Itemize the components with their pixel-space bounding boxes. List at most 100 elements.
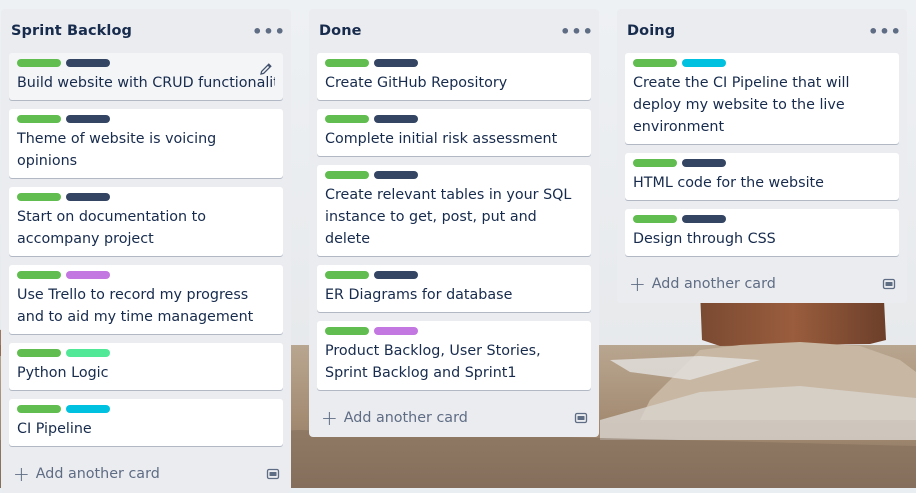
list-header: Done ••• (309, 9, 599, 53)
label-green[interactable] (17, 405, 61, 413)
add-card-label: Add another card (35, 466, 160, 482)
label-purple[interactable] (374, 327, 418, 335)
card-title: Product Backlog, User Stories, Sprint Ba… (325, 343, 541, 381)
card-list: Build website with CRUD functionality Th… (1, 53, 291, 446)
card-list: Create the CI Pipeline that will deploy … (617, 53, 907, 256)
add-card-button[interactable]: + Add another card (321, 408, 468, 428)
label-green[interactable] (17, 193, 61, 201)
label-navy[interactable] (682, 159, 726, 167)
label-green[interactable] (17, 59, 61, 67)
card-labels (325, 59, 583, 68)
card-title: Design through CSS (633, 231, 776, 247)
plus-icon: + (13, 462, 30, 486)
list-footer: + Add another card (1, 455, 291, 493)
label-green[interactable] (325, 115, 369, 123)
card[interactable]: Python Logic (9, 343, 283, 390)
card-labels (17, 271, 275, 280)
ellipsis-icon[interactable]: ••• (252, 19, 285, 43)
card-title: Create relevant tables in your SQL insta… (325, 187, 572, 247)
card-title: Build website with CRUD functionality (17, 75, 275, 91)
ellipsis-icon[interactable]: ••• (560, 19, 593, 43)
pencil-icon[interactable] (258, 61, 274, 77)
card-labels (17, 405, 275, 414)
add-card-button[interactable]: + Add another card (13, 464, 160, 484)
plus-icon: + (629, 272, 646, 296)
card[interactable]: Complete initial risk assessment (317, 109, 591, 156)
card[interactable]: Design through CSS (625, 209, 899, 256)
card-title: Theme of website is voicing opinions (17, 131, 217, 169)
ellipsis-icon[interactable]: ••• (868, 19, 901, 43)
card-title: Create the CI Pipeline that will deploy … (633, 75, 850, 135)
card-labels (633, 159, 891, 168)
card[interactable]: Build website with CRUD functionality (9, 53, 283, 100)
card[interactable]: Create the CI Pipeline that will deploy … (625, 53, 899, 144)
label-green[interactable] (325, 59, 369, 67)
label-green[interactable] (17, 349, 61, 357)
label-navy[interactable] (66, 59, 110, 67)
label-navy[interactable] (66, 193, 110, 201)
card[interactable]: HTML code for the website (625, 153, 899, 200)
card-template-icon[interactable] (265, 466, 281, 482)
add-card-button[interactable]: + Add another card (629, 274, 776, 294)
label-sky[interactable] (66, 405, 110, 413)
label-navy[interactable] (66, 115, 110, 123)
list-footer: + Add another card (617, 265, 907, 303)
card-list: Create GitHub Repository Complete initia… (309, 53, 599, 390)
card[interactable]: CI Pipeline (9, 399, 283, 446)
card-labels (17, 193, 275, 202)
card-title: Python Logic (17, 365, 109, 381)
card-labels (633, 215, 891, 224)
card-title: Start on documentation to accompany proj… (17, 209, 207, 247)
label-purple[interactable] (66, 271, 110, 279)
list-title[interactable]: Done (319, 23, 362, 39)
label-green[interactable] (633, 215, 677, 223)
card[interactable]: Use Trello to record my progress and to … (9, 265, 283, 334)
list-header: Doing ••• (617, 9, 907, 53)
card-labels (325, 271, 583, 280)
add-card-label: Add another card (651, 276, 776, 292)
label-mint[interactable] (66, 349, 110, 357)
card-labels (17, 349, 275, 358)
list-doing: Doing ••• Create the CI Pipeline that wi… (617, 9, 907, 303)
list-sprint-backlog: Sprint Backlog ••• Build website with CR… (1, 9, 291, 493)
card-labels (325, 327, 583, 336)
label-navy[interactable] (374, 115, 418, 123)
card-template-icon[interactable] (881, 276, 897, 292)
list-title[interactable]: Doing (627, 23, 675, 39)
card-labels (17, 115, 275, 124)
label-green[interactable] (17, 115, 61, 123)
card-title: ER Diagrams for database (325, 287, 513, 303)
list-footer: + Add another card (309, 399, 599, 437)
label-green[interactable] (325, 171, 369, 179)
label-navy[interactable] (374, 59, 418, 67)
card-title: CI Pipeline (17, 421, 92, 437)
label-green[interactable] (325, 271, 369, 279)
card-labels (325, 115, 583, 124)
list-done: Done ••• Create GitHub Repository Comple… (309, 9, 599, 437)
label-green[interactable] (325, 327, 369, 335)
card-title: HTML code for the website (633, 175, 824, 191)
label-green[interactable] (633, 59, 677, 67)
label-navy[interactable] (374, 171, 418, 179)
card[interactable]: Product Backlog, User Stories, Sprint Ba… (317, 321, 591, 390)
card-labels (633, 59, 891, 68)
board: Sprint Backlog ••• Build website with CR… (0, 0, 916, 493)
label-navy[interactable] (374, 271, 418, 279)
card-template-icon[interactable] (573, 410, 589, 426)
card[interactable]: Start on documentation to accompany proj… (9, 187, 283, 256)
label-green[interactable] (633, 159, 677, 167)
label-sky[interactable] (682, 59, 726, 67)
card[interactable]: Create GitHub Repository (317, 53, 591, 100)
list-title[interactable]: Sprint Backlog (11, 23, 132, 39)
card[interactable]: Theme of website is voicing opinions (9, 109, 283, 178)
card[interactable]: Create relevant tables in your SQL insta… (317, 165, 591, 256)
card-labels (17, 59, 275, 68)
label-navy[interactable] (682, 215, 726, 223)
list-header: Sprint Backlog ••• (1, 9, 291, 53)
plus-icon: + (321, 406, 338, 430)
card-title: Create GitHub Repository (325, 75, 508, 91)
card[interactable]: ER Diagrams for database (317, 265, 591, 312)
card-title: Use Trello to record my progress and to … (17, 287, 254, 325)
add-card-label: Add another card (343, 410, 468, 426)
label-green[interactable] (17, 271, 61, 279)
